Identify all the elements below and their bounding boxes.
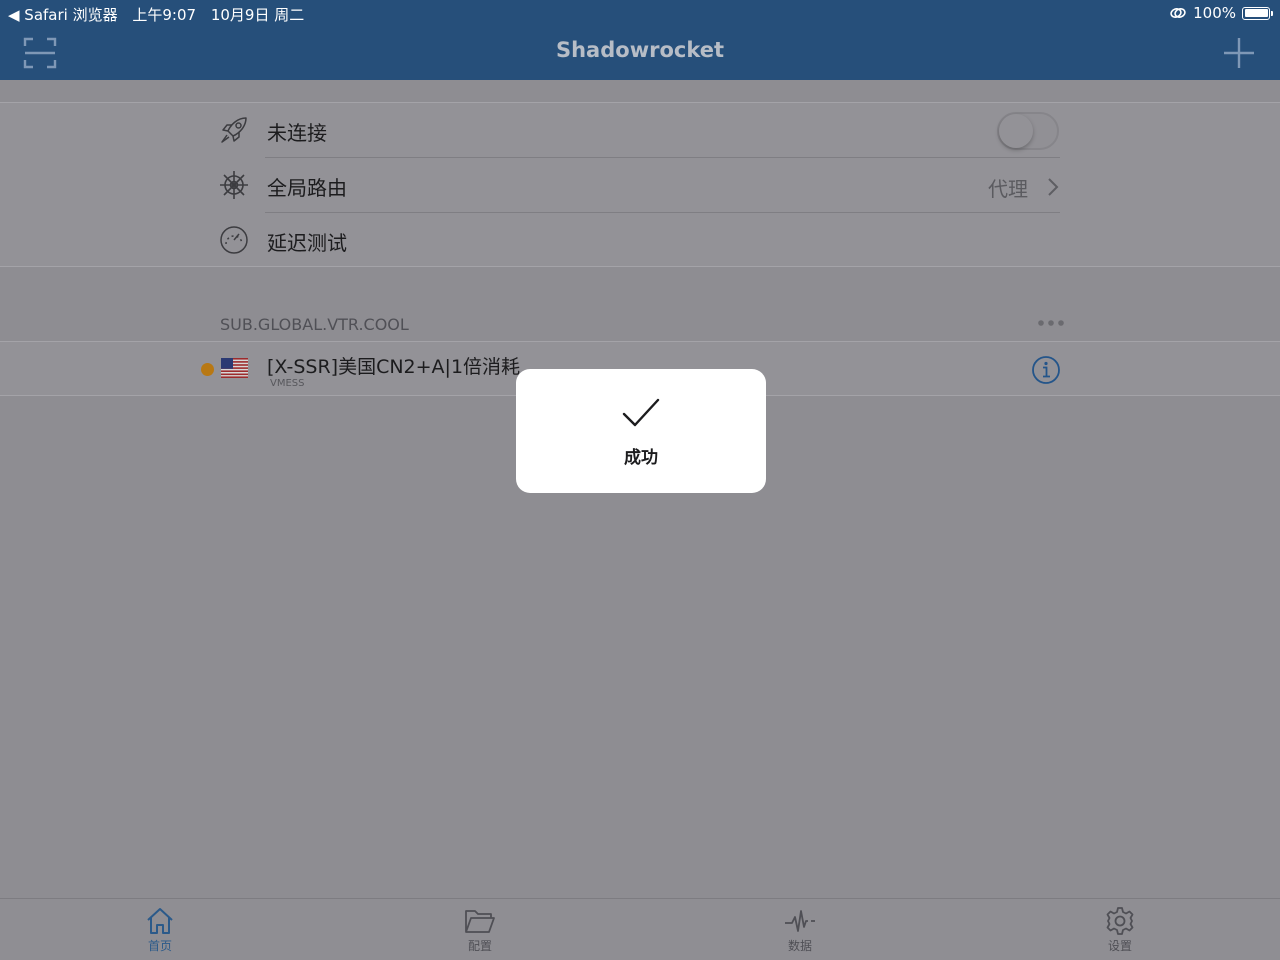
latency-test-row[interactable]: 延迟测试 [0, 213, 1280, 268]
navigation-bar: ◀ Safari 浏览器 上午9:07 10月9日 周二 100% Shadow… [0, 0, 1280, 80]
tab-config-label: 配置 [467, 939, 492, 953]
tab-home[interactable]: 首页 [120, 907, 200, 959]
activity-icon [785, 910, 815, 932]
back-to-app-link[interactable]: ◀ Safari 浏览器 [8, 6, 118, 24]
tab-data[interactable]: 数据 [760, 907, 840, 959]
chevron-right-icon [1048, 178, 1059, 196]
subscription-header: SUB.GLOBAL.VTR.COOL [220, 315, 409, 334]
status-date: 10月9日 周二 [210, 6, 305, 24]
battery-icon [1242, 6, 1273, 20]
checkmark-icon [622, 398, 660, 427]
rocket-icon [221, 117, 247, 143]
routing-value: 代理 [988, 177, 1028, 201]
connection-toggle[interactable] [997, 112, 1059, 150]
add-server-button[interactable] [1222, 36, 1256, 70]
status-bar: ◀ Safari 浏览器 上午9:07 10月9日 周二 100% [0, 0, 1280, 26]
main-settings-group: 未连接 全局路由 代理 延迟测试 [0, 102, 1280, 267]
connection-status-label: 未连接 [267, 121, 327, 145]
routing-label: 全局路由 [267, 176, 347, 200]
us-flag-icon [221, 358, 248, 378]
page-title: Shadowrocket [555, 38, 725, 62]
server-name: [X-SSR]美国CN2+A|1倍消耗 [267, 356, 521, 378]
tab-data-label: 数据 [787, 939, 812, 953]
speedometer-icon [220, 226, 248, 254]
tab-bar: 首页 配置 数据 设置 [0, 898, 1280, 960]
battery-percent: 100% [1193, 4, 1236, 22]
success-toast: 成功 [516, 369, 766, 493]
connection-row: 未连接 [0, 103, 1280, 158]
folder-icon [465, 910, 495, 933]
status-time: 上午9:07 [132, 6, 197, 24]
more-options-button[interactable] [1036, 316, 1066, 330]
tab-settings-label: 设置 [1107, 939, 1132, 953]
ship-wheel-icon [220, 171, 248, 199]
server-status-dot [201, 363, 214, 376]
server-protocol: VMESS [270, 378, 305, 389]
toast-message: 成功 [624, 448, 658, 468]
tab-settings[interactable]: 设置 [1080, 907, 1160, 959]
spacer [0, 80, 1280, 102]
gear-icon [1106, 907, 1134, 935]
link-icon [1170, 8, 1186, 18]
info-icon[interactable] [1031, 355, 1061, 385]
tab-config[interactable]: 配置 [440, 907, 520, 959]
latency-test-label: 延迟测试 [267, 231, 347, 255]
home-icon [147, 908, 173, 934]
routing-row[interactable]: 全局路由 代理 [0, 158, 1280, 213]
tab-home-label: 首页 [147, 939, 172, 953]
